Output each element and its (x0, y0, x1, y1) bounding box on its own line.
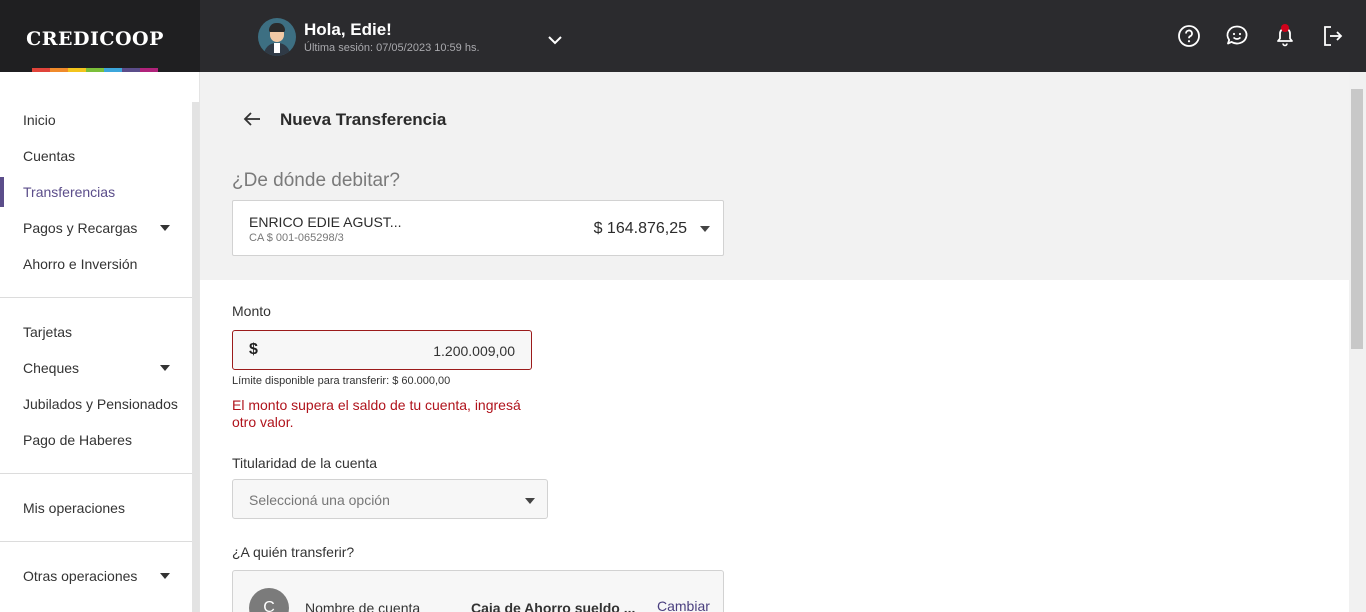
sidebar-item-label: Mis operaciones (23, 500, 125, 516)
nav-group-operations: Mis operaciones (0, 490, 192, 526)
user-menu[interactable]: Hola, Edie! Última sesión: 07/05/2023 10… (258, 17, 480, 57)
destination-avatar: C (249, 588, 289, 612)
caret-down-icon (160, 365, 170, 371)
sidebar-item-cuentas[interactable]: Cuentas (0, 138, 192, 174)
caret-down-icon (160, 573, 170, 579)
sidebar-item-label: Jubilados y Pensionados (23, 396, 178, 412)
sidebar-item-label: Pago de Haberes (23, 432, 132, 448)
nav-divider (0, 541, 192, 542)
sidebar-item-ahorro-inversion[interactable]: Ahorro e Inversión (0, 246, 192, 282)
page-title: Nueva Transferencia (280, 110, 447, 129)
sidebar-item-tarjetas[interactable]: Tarjetas (0, 314, 192, 350)
logo-area[interactable]: CREDICOOP (0, 0, 200, 72)
caret-down-icon (160, 225, 170, 231)
destination-question: ¿A quién transferir? (232, 544, 355, 560)
sidebar-item-label: Otras operaciones (23, 568, 138, 584)
sidebar-item-label: Inicio (23, 112, 56, 128)
bell-icon[interactable] (1272, 23, 1298, 49)
sidebar-item-label: Ahorro e Inversión (23, 256, 138, 272)
destination-account-name: Caja de Ahorro sueldo ... (471, 600, 636, 612)
main-scrollbar[interactable] (1349, 72, 1366, 612)
sidebar-item-mis-operaciones[interactable]: Mis operaciones (0, 490, 192, 526)
sidebar-item-transferencias[interactable]: Transferencias (0, 174, 192, 210)
destination-field-label: Nombre de cuenta (305, 600, 421, 612)
account-holder-name: ENRICO EDIE AGUST... (249, 214, 402, 230)
ownership-label: Titularidad de la cuenta (232, 455, 378, 471)
sidebar-item-cheques[interactable]: Cheques (0, 350, 192, 386)
last-session-text: Última sesión: 07/05/2023 10:59 hs. (304, 42, 480, 54)
sidebar-item-label: Transferencias (23, 184, 116, 200)
sidebar-item-label: Cheques (23, 360, 80, 376)
caret-down-icon (700, 226, 710, 232)
back-arrow-icon[interactable] (242, 109, 262, 129)
user-avatar (258, 18, 296, 56)
brand-logo: CREDICOOP (26, 28, 164, 50)
greeting-text: Hola, Edie! (304, 20, 392, 39)
sidebar-item-inicio[interactable]: Inicio (0, 102, 192, 138)
caret-down-icon (525, 498, 535, 504)
amount-value: 1.200.009,00 (433, 343, 515, 359)
sidebar-item-otras-operaciones[interactable]: Otras operaciones (0, 558, 192, 594)
account-number: CA $ 001-065298/3 (249, 232, 344, 244)
user-greeting: Hola, Edie! Última sesión: 07/05/2023 10… (304, 19, 480, 55)
nav-group-products: Tarjetas Cheques Jubilados y Pensionados… (0, 314, 192, 458)
debit-account-select[interactable]: ENRICO EDIE AGUST... CA $ 001-065298/3 $… (232, 200, 724, 256)
debit-question: ¿De dónde debitar? (232, 170, 400, 191)
nav-divider (0, 473, 192, 474)
sidebar-item-label: Tarjetas (23, 324, 73, 340)
help-icon[interactable] (1176, 23, 1202, 49)
sidebar-item-label: Cuentas (23, 148, 76, 164)
main-content: Nueva Transferencia ¿De dónde debitar? E… (200, 72, 1349, 612)
transfer-limit-text: Límite disponible para transferir: $ 60.… (232, 375, 451, 387)
sidebar-item-pago-haberes[interactable]: Pago de Haberes (0, 422, 192, 458)
logout-icon[interactable] (1320, 23, 1346, 49)
sidebar-item-label: Pagos y Recargas (23, 220, 138, 236)
nav-group-other: Otras operaciones (0, 558, 192, 594)
account-balance: $ 164.876,25 (593, 220, 687, 237)
amount-label: Monto (232, 303, 271, 319)
chevron-down-icon[interactable] (546, 34, 564, 46)
chat-icon[interactable] (1224, 23, 1250, 49)
header-actions (1176, 23, 1346, 49)
sidebar-item-jubilados[interactable]: Jubilados y Pensionados (0, 386, 192, 422)
currency-symbol: $ (249, 341, 258, 358)
amount-error-message: El monto supera el saldo de tu cuenta, i… (232, 397, 521, 430)
sidebar-scrollbar[interactable] (192, 102, 199, 612)
ownership-placeholder: Seleccioná una opción (249, 492, 390, 508)
sidebar-item-pagos-recargas[interactable]: Pagos y Recargas (0, 210, 192, 246)
sidebar-nav: Inicio Cuentas Transferencias Pagos y Re… (0, 72, 200, 612)
destination-account-card: C Nombre de cuenta Caja de Ahorro sueldo… (232, 570, 724, 612)
ownership-select[interactable]: Seleccioná una opción (232, 479, 548, 519)
nav-group-main: Inicio Cuentas Transferencias Pagos y Re… (0, 102, 192, 282)
amount-input[interactable]: $ 1.200.009,00 (232, 330, 532, 370)
notification-badge (1281, 24, 1289, 32)
top-header: CREDICOOP Hola, Edie! Última sesión: 07/… (0, 0, 1366, 72)
change-destination-link[interactable]: Cambiar (657, 598, 710, 612)
nav-divider (0, 297, 192, 298)
scrollbar-thumb[interactable] (1351, 89, 1363, 349)
